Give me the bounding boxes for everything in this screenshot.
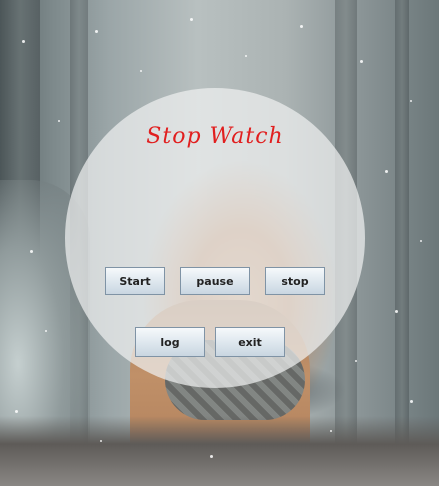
snowflake bbox=[420, 240, 422, 242]
start-button[interactable]: Start bbox=[105, 267, 165, 295]
snowflake bbox=[330, 430, 332, 432]
ground bbox=[0, 416, 439, 486]
snowflake bbox=[58, 120, 60, 122]
snowflake bbox=[395, 310, 398, 313]
log-button[interactable]: log bbox=[135, 327, 205, 357]
pause-button[interactable]: pause bbox=[180, 267, 250, 295]
snowflake bbox=[360, 60, 363, 63]
snowflake bbox=[190, 18, 193, 21]
snowflake bbox=[355, 360, 357, 362]
snowflake bbox=[30, 250, 33, 253]
snowflake bbox=[300, 25, 303, 28]
snowflake bbox=[22, 40, 25, 43]
snowflake bbox=[140, 70, 142, 72]
snowflake bbox=[245, 55, 247, 57]
tree-trunk bbox=[395, 0, 409, 486]
snowflake bbox=[210, 455, 213, 458]
exit-button[interactable]: exit bbox=[215, 327, 285, 357]
stopwatch-panel: Stop Watch Start pause stop log exit bbox=[65, 88, 365, 388]
snowflake bbox=[410, 100, 412, 102]
stop-button[interactable]: stop bbox=[265, 267, 325, 295]
snowflake bbox=[100, 440, 102, 442]
snowflake bbox=[15, 410, 18, 413]
snowflake bbox=[385, 170, 388, 173]
snowflake bbox=[95, 30, 98, 33]
snowflake bbox=[410, 400, 413, 403]
snowflake bbox=[45, 330, 47, 332]
app-title: Stop Watch bbox=[146, 124, 284, 149]
